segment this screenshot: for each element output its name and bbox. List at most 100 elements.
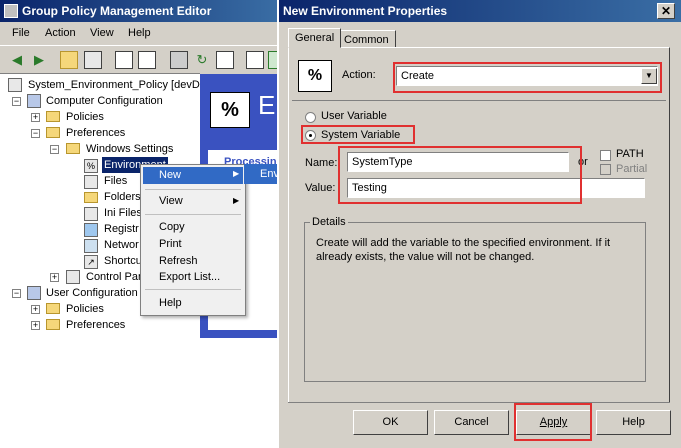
toolbar: ◀ ▶ ↻ [0,45,286,75]
forward-icon[interactable]: ▶ [30,51,48,69]
context-menu-refresh[interactable]: Refresh [159,255,198,267]
user-variable-label: User Variable [321,110,387,122]
expand-icon[interactable]: + [31,113,40,122]
user-variable-radio[interactable] [305,112,316,123]
expand-icon[interactable]: + [31,305,40,314]
tree-windows-settings[interactable]: Windows Settings [86,141,173,157]
tree-user-policies[interactable]: Policies [66,301,104,317]
refresh-icon[interactable]: ↻ [193,51,211,69]
divider [292,100,666,101]
paste-icon[interactable] [138,51,156,69]
folder-icon [46,127,60,138]
gpme-title: Group Policy Management Editor [22,4,212,18]
control-panel-icon [66,270,80,284]
tree-root[interactable]: System_Environment_Policy [devD [28,77,200,93]
folder-icon [46,303,60,314]
ok-button[interactable]: OK [353,410,428,435]
context-menu-print[interactable]: Print [159,238,182,250]
up-folder-icon[interactable] [60,51,78,69]
dialog-title: New Environment Properties [283,4,448,18]
value-label: Value: [305,182,336,194]
folder-icon [84,192,98,203]
help-icon[interactable] [246,51,264,69]
path-checkbox[interactable] [600,150,611,161]
action-label: Action: [342,69,376,81]
tree-folders[interactable]: Folders [104,189,141,205]
tree-files[interactable]: Files [104,173,127,189]
context-menu-highlight [143,167,243,184]
menubar: File Action View Help [0,24,282,44]
gpme-status-area [0,338,282,448]
folder-icon [46,319,60,330]
close-button[interactable]: ✕ [657,3,675,19]
ini-file-icon [84,207,98,221]
button-separator [288,402,670,403]
context-menu-help[interactable]: Help [159,297,182,309]
details-label: Details [310,216,348,228]
partial-checkbox [600,164,611,175]
menu-help[interactable]: Help [128,27,151,39]
dialog-titlebar[interactable]: New Environment Properties [279,0,681,22]
context-menu-export-list[interactable]: Export List... [159,271,220,283]
computer-icon [27,94,41,108]
menu-view[interactable]: View [90,27,114,39]
collapse-icon[interactable]: − [50,145,59,154]
environment-icon: % [84,159,98,173]
tree-ini-files[interactable]: Ini Files [104,205,142,221]
tree-user-configuration[interactable]: User Configuration [46,285,138,301]
network-icon [84,239,98,253]
highlight-apply [514,403,592,441]
files-icon [84,175,98,189]
cancel-button[interactable]: Cancel [434,410,509,435]
environment-large-icon: % [210,92,250,128]
gpme-titlebar[interactable]: Group Policy Management Editor [0,0,282,22]
tree-computer-configuration[interactable]: Computer Configuration [46,93,163,109]
menu-action[interactable]: Action [45,27,76,39]
details-text: Create will add the variable to the spec… [316,237,611,263]
highlight-action [393,62,662,93]
details-pane-title: E [258,90,276,120]
tree-policies[interactable]: Policies [66,109,104,125]
menu-separator [145,214,241,215]
expand-icon[interactable]: + [31,321,40,330]
copy-icon[interactable] [115,51,133,69]
tree-preferences[interactable]: Preferences [66,125,125,141]
submenu-arrow-icon: ▶ [233,169,240,178]
environment-icon: % [298,60,332,92]
back-icon[interactable]: ◀ [8,51,26,69]
tab-general[interactable]: General [288,28,342,48]
collapse-icon[interactable]: − [12,97,21,106]
highlight-system-variable [301,125,415,144]
tree-control-panel[interactable]: Control Pan [86,269,144,285]
export-icon[interactable] [216,51,234,69]
registry-icon [84,223,98,237]
policy-icon [8,78,22,92]
tab-common[interactable]: Common [337,30,396,48]
expand-icon[interactable]: + [50,273,59,282]
highlight-name-value [338,146,582,204]
menu-file[interactable]: File [12,27,30,39]
context-menu: New ▶ View ▶ Copy Print Refresh Export L… [140,164,246,316]
folder-icon [46,111,60,122]
menu-separator [145,289,241,290]
help-button[interactable]: Help [596,410,671,435]
name-label: Name: [305,157,338,169]
partial-label: Partial [616,163,648,175]
context-menu-new[interactable]: New [159,169,181,181]
tree-shortcuts[interactable]: Shortcu [104,253,142,269]
app-icon [4,4,18,18]
tree-network-shares[interactable]: Networ [104,237,139,253]
print-icon[interactable] [170,51,188,69]
submenu-arrow-icon: ▶ [233,196,240,205]
tree-user-preferences[interactable]: Preferences [66,317,125,333]
tree-registry[interactable]: Registr [104,221,139,237]
show-hide-tree-icon[interactable] [84,51,102,69]
collapse-icon[interactable]: − [31,129,40,138]
shortcut-icon: ↗ [84,255,98,269]
folder-icon [66,143,80,154]
collapse-icon[interactable]: − [12,289,21,298]
context-menu-view[interactable]: View [159,195,183,207]
path-label: PATH [616,148,644,160]
context-menu-copy[interactable]: Copy [159,221,185,233]
menu-separator [145,189,241,190]
